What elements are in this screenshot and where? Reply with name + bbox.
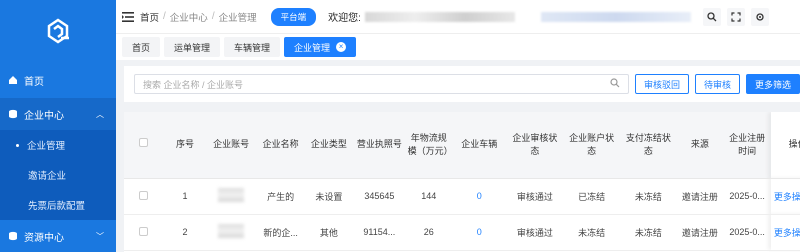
row-checkbox[interactable] [124, 214, 164, 251]
home-icon [8, 75, 18, 85]
col-type: 企业类型 [304, 112, 354, 179]
chevron-up-icon: ︿ [96, 109, 104, 119]
col-pay-freeze-status: 支付冻结状态 [620, 112, 677, 179]
submenu-company-center: 企业管理 邀请企业 先票后款配置 [0, 130, 116, 220]
sidebar-item-label: 资源中心 [24, 232, 64, 244]
table-header-row: 序号 企业账号 企业名称 企业类型 营业执照号 年物流规模（万元） 企业车辆 企… [124, 112, 800, 179]
table-row: 1 产生的 未设置 345645 144 0 审核通过 已冻结 未冻结 邀请注册… [124, 178, 800, 215]
redacted-info [540, 11, 691, 22]
pending-audit-button[interactable]: 待审核 [694, 74, 740, 94]
redacted-username [364, 11, 515, 22]
breadcrumb-company-management: 企业管理 [218, 12, 257, 24]
col-account: 企业账号 [205, 112, 257, 179]
chevron-down-icon: ﹀ [96, 231, 104, 241]
cell-type: 其他 [304, 214, 354, 251]
sidebar-item-resource-center[interactable]: 资源中心 ﹀ [0, 220, 116, 252]
sidebar-item-label: 邀请企业 [28, 171, 67, 182]
col-license: 营业执照号 [353, 112, 406, 179]
top-header: 首页 / 企业中心 / 企业管理 平台端 欢迎您: [116, 0, 800, 34]
select-all-checkbox[interactable] [124, 112, 164, 179]
cell-register-time: 2025-0... [723, 214, 772, 251]
audit-reject-button[interactable]: 审核驳回 [634, 74, 689, 94]
col-source: 来源 [676, 112, 723, 179]
more-actions-link[interactable]: 更多操作 ﹀ [771, 178, 800, 215]
row-checkbox[interactable] [124, 178, 164, 215]
welcome-text: 欢迎您: [328, 13, 361, 24]
cell-name: 产生的 [256, 178, 305, 215]
database-icon [8, 231, 18, 241]
cell-account-redacted [205, 214, 257, 251]
cell-index: 2 [163, 214, 206, 251]
company-table: 序号 企业账号 企业名称 企业类型 营业执照号 年物流规模（万元） 企业车辆 企… [124, 112, 800, 252]
tab-company-management[interactable]: 企业管理 × [284, 37, 357, 57]
sidebar-item-label: 企业管理 [27, 141, 66, 152]
sidebar-item-label: 企业中心 [24, 110, 64, 122]
col-account-status: 企业账户状态 [563, 112, 621, 179]
cell-register-time: 2025-0... [723, 178, 772, 215]
cell-scale: 144 [405, 178, 452, 215]
cell-source: 邀请注册 [676, 178, 723, 215]
col-audit-status: 企业审核状态 [506, 112, 564, 179]
cell-audit-status: 审核通过 [506, 178, 564, 215]
cell-type: 未设置 [304, 178, 354, 215]
platform-badge: 平台端 [270, 7, 317, 26]
cell-license: 91154... [353, 214, 406, 251]
close-icon[interactable]: × [336, 42, 347, 52]
bullet-icon [16, 143, 19, 147]
breadcrumb-company-center[interactable]: 企业中心 [170, 10, 208, 24]
cell-license: 345645 [353, 178, 406, 215]
tab-waybill-management[interactable]: 运单管理 [164, 37, 221, 57]
cell-vehicles-link[interactable]: 0 [451, 178, 507, 215]
col-register-time: 企业注册时间 [723, 112, 772, 179]
more-filters-button[interactable]: 更多筛选 [745, 74, 800, 94]
sidebar-item-label: 首页 [24, 76, 44, 88]
sidebar-item-company-center[interactable]: 企业中心 ︿ [0, 98, 116, 130]
tab-bar: 首页 运单管理 车辆管理 企业管理 × [116, 34, 800, 60]
search-icon[interactable] [610, 78, 620, 90]
tab-vehicle-management[interactable]: 车辆管理 [224, 37, 281, 57]
cell-vehicles-link[interactable]: 0 [451, 214, 507, 251]
search-icon[interactable] [702, 7, 721, 26]
col-index: 序号 [163, 112, 206, 179]
cell-account-redacted [205, 178, 257, 215]
sidebar-item-company-management[interactable]: 企业管理 [0, 130, 116, 160]
sidebar-item-invite-company[interactable]: 邀请企业 [0, 160, 116, 190]
tab-home[interactable]: 首页 [122, 37, 161, 57]
cell-index: 1 [163, 178, 206, 215]
settings-icon[interactable] [750, 7, 769, 26]
database-icon [8, 109, 18, 119]
menu-collapse-icon[interactable] [122, 11, 134, 22]
cell-name: 新的企... [256, 214, 305, 251]
table-row: 2 新的企... 其他 91154... 26 0 审核通过 未冻结 未冻结 邀… [124, 214, 800, 251]
col-name: 企业名称 [256, 112, 305, 179]
col-vehicles: 企业车辆 [451, 112, 507, 179]
sidebar-item-home[interactable]: 首页 [0, 62, 116, 98]
col-actions: 操作 [771, 112, 800, 179]
cell-account-status: 已冻结 [563, 178, 621, 215]
cell-audit-status: 审核通过 [506, 214, 564, 251]
cell-pay-freeze-status: 未冻结 [620, 178, 677, 215]
col-scale: 年物流规模（万元） [405, 112, 453, 179]
sidebar-item-prepay-config[interactable]: 先票后款配置 [0, 190, 116, 220]
filter-bar: 搜索 企业名称 / 企业账号 审核驳回 待审核 更多筛选 [124, 66, 800, 102]
app-logo [0, 0, 116, 62]
fullscreen-icon[interactable] [726, 7, 745, 26]
cell-source: 邀请注册 [676, 214, 723, 251]
cell-pay-freeze-status: 未冻结 [620, 214, 677, 251]
sidebar: 首页 企业中心 ︿ 企业管理 邀请企业 先票后款配置 资源中心 ﹀ [0, 0, 116, 252]
cell-scale: 26 [405, 214, 452, 251]
more-actions-link[interactable]: 更多操作 ﹀ [771, 214, 800, 251]
sidebar-item-label: 先票后款配置 [28, 201, 86, 212]
search-input[interactable]: 搜索 企业名称 / 企业账号 [134, 74, 629, 94]
cell-account-status: 未冻结 [563, 214, 621, 251]
breadcrumb-home[interactable]: 首页 [140, 10, 159, 24]
